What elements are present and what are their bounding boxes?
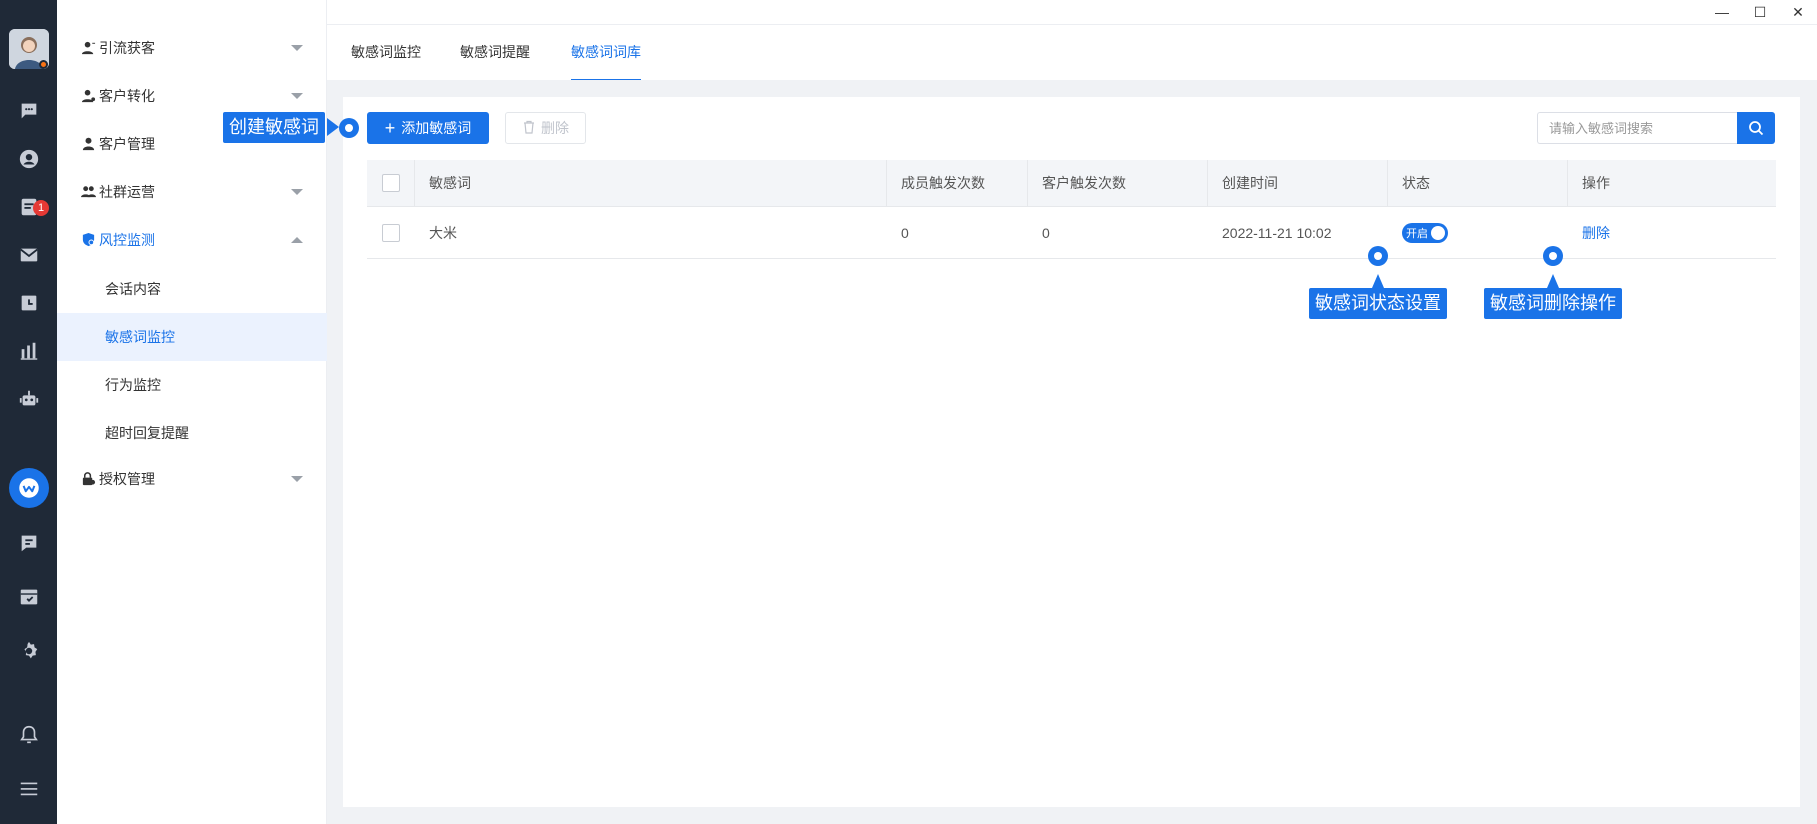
sidebar-item-behavior[interactable]: 行为监控: [57, 361, 327, 409]
robot-icon[interactable]: [16, 386, 42, 412]
sidebar-group-label: 风控监测: [99, 232, 155, 248]
trash-icon: [522, 120, 536, 137]
sidebar-group-label: 引流获客: [99, 40, 155, 56]
status-toggle[interactable]: 开启: [1402, 222, 1448, 243]
search-input[interactable]: [1537, 112, 1737, 144]
column-header-created: 创建时间: [1208, 160, 1388, 206]
tab-sensitive-monitor[interactable]: 敏感词监控: [351, 25, 421, 80]
add-sensitive-word-button[interactable]: + 添加敏感词: [367, 112, 489, 144]
app-icon-rail: 1: [0, 0, 57, 824]
cell-created: 2022-11-21 10:02: [1222, 224, 1332, 241]
lock-icon: [81, 471, 97, 487]
sidebar-item-timeout[interactable]: 超时回复提醒: [57, 409, 327, 457]
sidebar-group-label: 社群运营: [99, 184, 155, 200]
chevron-down-icon: [291, 45, 303, 51]
tab-sensitive-reminder[interactable]: 敏感词提醒: [460, 25, 530, 80]
column-header-customer-count: 客户触发次数: [1028, 160, 1208, 206]
cell-member-count: 0: [901, 224, 909, 241]
sidebar-group-auth[interactable]: 授权管理: [57, 456, 327, 502]
contacts-icon[interactable]: [16, 146, 42, 172]
online-status-dot: [39, 60, 48, 69]
sidebar-group-traffic[interactable]: 引流获客: [57, 25, 327, 71]
callout-arrow-icon: [327, 118, 339, 136]
bell-icon[interactable]: [16, 722, 42, 748]
sidebar-group-risk[interactable]: 风控监测: [57, 217, 327, 263]
wecom-icon[interactable]: [9, 468, 49, 508]
column-header-member-count: 成员触发次数: [887, 160, 1028, 206]
row-select-cell: [367, 207, 415, 258]
table-header: 敏感词 成员触发次数 客户触发次数 创建时间 状态 操作: [367, 160, 1776, 207]
search-button[interactable]: [1737, 112, 1775, 144]
sidebar-group-community[interactable]: 社群运营: [57, 169, 327, 215]
status-toggle-label: 开启: [1406, 227, 1428, 240]
add-button-label: 添加敏感词: [401, 120, 472, 136]
search-icon: [1749, 121, 1764, 136]
table-row: 大米 0 0 2022-11-21 10:02 开启 删除: [367, 207, 1776, 259]
select-all-cell: [367, 160, 415, 206]
notification-badge: 1: [33, 200, 49, 216]
chevron-up-icon: [291, 237, 303, 243]
sidebar-group-label: 授权管理: [99, 471, 155, 487]
cell-action: 删除: [1568, 207, 1776, 258]
tab-sensitive-library[interactable]: 敏感词词库: [571, 25, 641, 81]
mail-icon[interactable]: [16, 242, 42, 268]
chat-icon[interactable]: [16, 98, 42, 124]
chevron-down-icon: [291, 476, 303, 482]
settings-icon[interactable]: [16, 638, 42, 664]
callout-arrow-icon: [1372, 274, 1384, 288]
shield-icon: [81, 232, 97, 248]
select-all-checkbox[interactable]: [382, 174, 400, 192]
menu-icon[interactable]: [16, 776, 42, 802]
cell-status: 开启: [1388, 207, 1568, 258]
calendar-icon[interactable]: [16, 290, 42, 316]
chevron-down-icon: [291, 93, 303, 99]
tab-bar: 敏感词监控 敏感词提醒 敏感词词库: [327, 25, 1817, 81]
column-header-word: 敏感词: [415, 160, 887, 206]
column-header-action: 操作: [1582, 175, 1610, 191]
minimize-button[interactable]: —: [1703, 0, 1741, 24]
annotation-delete: 敏感词删除操作: [1484, 288, 1622, 319]
message-icon[interactable]: [16, 530, 42, 556]
group-icon: [81, 184, 97, 200]
sidebar-group-label: 客户转化: [99, 88, 155, 104]
user-convert-icon: [81, 88, 97, 104]
window-controls: — ☐ ✕: [1703, 0, 1817, 24]
sidebar-item-conversation[interactable]: 会话内容: [57, 265, 327, 313]
annotation-pin-create: [339, 118, 359, 138]
toggle-knob: [1431, 225, 1445, 240]
user-icon: [81, 136, 97, 152]
stats-icon[interactable]: [16, 338, 42, 364]
close-button[interactable]: ✕: [1779, 0, 1817, 24]
annotation-pin-status: [1368, 246, 1388, 266]
annotation-status: 敏感词状态设置: [1309, 288, 1447, 319]
row-checkbox[interactable]: [382, 223, 400, 242]
checklist-icon[interactable]: [16, 584, 42, 610]
chevron-down-icon: [291, 189, 303, 195]
maximize-button[interactable]: ☐: [1741, 0, 1779, 24]
cell-customer-count: 0: [1042, 224, 1050, 241]
row-delete-link[interactable]: 删除: [1582, 223, 1610, 243]
delete-button[interactable]: 删除: [505, 112, 586, 144]
sidebar-group-label: 客户管理: [99, 136, 155, 152]
cell-word: 大米: [429, 224, 457, 241]
annotation-pin-delete: [1543, 246, 1563, 266]
column-header-status: 状态: [1388, 160, 1568, 206]
plus-icon: +: [384, 118, 396, 138]
delete-button-label: 删除: [541, 120, 569, 136]
annotation-create: 创建敏感词: [223, 112, 325, 143]
sidebar-item-sensitive-monitor[interactable]: 敏感词监控: [57, 313, 327, 361]
user-add-icon: [81, 40, 97, 56]
callout-arrow-icon: [1547, 274, 1559, 288]
